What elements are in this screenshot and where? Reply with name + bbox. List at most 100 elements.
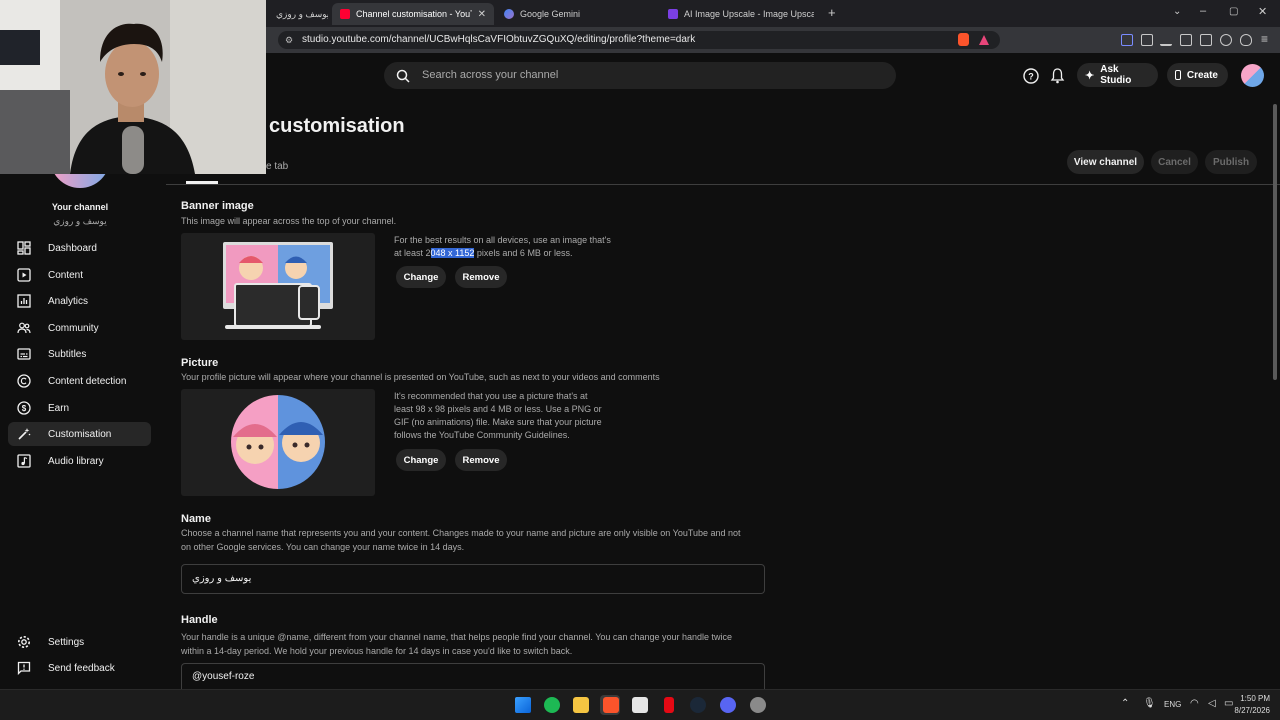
- gear-icon: [17, 635, 31, 649]
- copyright-icon: [17, 374, 31, 388]
- cancel-button[interactable]: Cancel: [1151, 150, 1198, 174]
- sidebar-item-settings[interactable]: Settings: [8, 630, 151, 654]
- channel-name-field[interactable]: يوسف و روزي: [181, 564, 765, 594]
- banner-section-desc: This image will appear across the top of…: [181, 216, 397, 226]
- maximize-icon[interactable]: ▢: [1229, 6, 1238, 17]
- webcam-person-image: [0, 0, 266, 174]
- tab-label: Google Gemini: [520, 9, 581, 19]
- sidebar-item-label: Customisation: [48, 428, 112, 440]
- tab-label: يوسف و روزي - YouTube: [276, 8, 328, 19]
- sidebar-item-label: Content detection: [48, 375, 127, 387]
- picture-hint-line3: GIF (no animations) file. Make sure that…: [394, 417, 602, 427]
- brave-browser-icon[interactable]: [603, 697, 619, 713]
- file-explorer-icon[interactable]: [573, 697, 589, 713]
- notifications-bell-icon[interactable]: [1050, 67, 1065, 84]
- banner-hint-line2: at least 2048 x 1152 pixels and 6 MB or …: [394, 247, 572, 260]
- spotify-icon[interactable]: [544, 697, 560, 713]
- tab-home-partial[interactable]: e tab: [266, 161, 288, 172]
- sidebar-item-content-detection[interactable]: Content detection: [8, 369, 151, 393]
- search-input[interactable]: Search across your channel: [384, 62, 896, 89]
- your-channel-label[interactable]: Your channel: [0, 202, 160, 212]
- picture-section-desc: Your profile picture will appear where y…: [181, 372, 660, 382]
- wifi-icon[interactable]: ◠: [1190, 698, 1199, 709]
- windows-start-icon[interactable]: [515, 697, 531, 713]
- sidebar-item-content[interactable]: Content: [8, 263, 151, 287]
- netflix-icon[interactable]: [664, 697, 674, 713]
- picture-change-button[interactable]: Change: [396, 449, 446, 471]
- picture-remove-button[interactable]: Remove: [455, 449, 507, 471]
- brave-shield-icon[interactable]: [958, 33, 969, 46]
- app-icon[interactable]: [750, 697, 766, 713]
- tray-overflow-icon[interactable]: ⌃: [1121, 698, 1129, 709]
- search-placeholder: Search across your channel: [422, 69, 559, 81]
- tab-search-icon[interactable]: ⌄: [1173, 6, 1181, 17]
- steam-icon[interactable]: [690, 697, 706, 713]
- minimize-icon[interactable]: –: [1200, 5, 1206, 17]
- volume-icon[interactable]: ◁: [1208, 698, 1216, 709]
- microphone-icon[interactable]: 🎙: [1143, 698, 1156, 709]
- dashboard-icon: [17, 241, 31, 255]
- sidebar-item-community[interactable]: Community: [8, 316, 151, 340]
- menu-icon[interactable]: ≡: [1261, 32, 1268, 46]
- discord-icon[interactable]: [720, 697, 736, 713]
- tab-gemini[interactable]: Google Gemini: [496, 3, 654, 25]
- help-icon[interactable]: ?: [1023, 68, 1039, 84]
- sidebar-item-audio-library[interactable]: Audio library: [8, 449, 151, 473]
- page-scrollbar[interactable]: [1273, 104, 1277, 380]
- extension-icon[interactable]: [1121, 34, 1133, 46]
- create-label: Create: [1186, 69, 1218, 81]
- tab-channel-customisation[interactable]: Channel customisation - YouTube ✕: [332, 3, 494, 25]
- clock-time[interactable]: 1:50 PM: [1226, 694, 1270, 703]
- banner-remove-button[interactable]: Remove: [455, 266, 507, 288]
- close-window-icon[interactable]: ✕: [1258, 5, 1267, 18]
- new-tab-icon[interactable]: +: [828, 5, 836, 20]
- sidebar-item-label: Dashboard: [48, 242, 97, 254]
- tab-ai-upscale[interactable]: AI Image Upscale - Image Upscaler o: [660, 3, 822, 25]
- banner-hint-post: pixels and 6 MB or less.: [474, 248, 573, 258]
- brave-rewards-icon[interactable]: [979, 35, 989, 45]
- clock-date[interactable]: 8/27/2026: [1222, 706, 1270, 715]
- publish-button[interactable]: Publish: [1205, 150, 1257, 174]
- banner-hint-line1: For the best results on all devices, use…: [394, 235, 611, 245]
- handle-section-title: Handle: [181, 614, 218, 626]
- url-field[interactable]: ⚙ studio.youtube.com/channel/UCBwHqlsCaV…: [278, 31, 1000, 49]
- wallet-icon[interactable]: [1200, 34, 1212, 46]
- sidebar-item-earn[interactable]: $ Earn: [8, 396, 151, 420]
- tab-channel-home[interactable]: يوسف و روزي - YouTube: [268, 3, 328, 25]
- site-info-icon[interactable]: ⚙: [285, 31, 293, 49]
- store-icon[interactable]: [632, 697, 648, 713]
- banner-change-button[interactable]: Change: [396, 266, 446, 288]
- community-icon: [17, 321, 31, 335]
- language-indicator[interactable]: ENG: [1164, 700, 1181, 709]
- sidebar-item-label: Earn: [48, 402, 70, 414]
- sidebar-item-dashboard[interactable]: Dashboard: [8, 236, 151, 260]
- extensions-puzzle-icon[interactable]: [1141, 34, 1153, 46]
- sidebar-item-customisation[interactable]: Customisation: [8, 422, 151, 446]
- search-icon: [396, 69, 410, 83]
- account-avatar[interactable]: [1241, 64, 1264, 87]
- leo-ai-icon[interactable]: [1220, 34, 1232, 46]
- youtube-icon: [340, 9, 350, 19]
- handle-field[interactable]: @yousef-roze: [181, 663, 765, 689]
- handle-desc-line2: within a 14-day period. We hold your pre…: [181, 646, 573, 656]
- audio-library-icon: [17, 454, 31, 468]
- name-desc-line1: Choose a channel name that represents yo…: [181, 528, 741, 538]
- sidebar-item-label: Content: [48, 269, 84, 281]
- create-button[interactable]: Create: [1167, 63, 1228, 87]
- sidebar-item-analytics[interactable]: Analytics: [8, 289, 151, 313]
- download-icon[interactable]: [1160, 34, 1172, 46]
- tab-label: AI Image Upscale - Image Upscaler o: [684, 9, 814, 19]
- sidebar-item-subtitles[interactable]: Subtitles: [8, 342, 151, 366]
- banner-hint-pre: at least 2: [394, 248, 431, 258]
- sidebar-toggle-icon[interactable]: [1180, 34, 1192, 46]
- url-text: studio.youtube.com/channel/UCBwHqlsCaVFI…: [302, 34, 696, 45]
- sidebar-item-send-feedback[interactable]: Send feedback: [8, 656, 151, 680]
- sidebar-item-label: Subtitles: [48, 348, 87, 360]
- close-tab-icon[interactable]: ✕: [472, 9, 486, 20]
- banner-section-title: Banner image: [181, 200, 254, 212]
- content-icon: [17, 268, 31, 282]
- ask-studio-button[interactable]: ✦ Ask Studio: [1077, 63, 1158, 87]
- view-channel-button[interactable]: View channel: [1067, 150, 1144, 174]
- banner-devices-image: [223, 242, 333, 329]
- vpn-icon[interactable]: [1240, 34, 1252, 46]
